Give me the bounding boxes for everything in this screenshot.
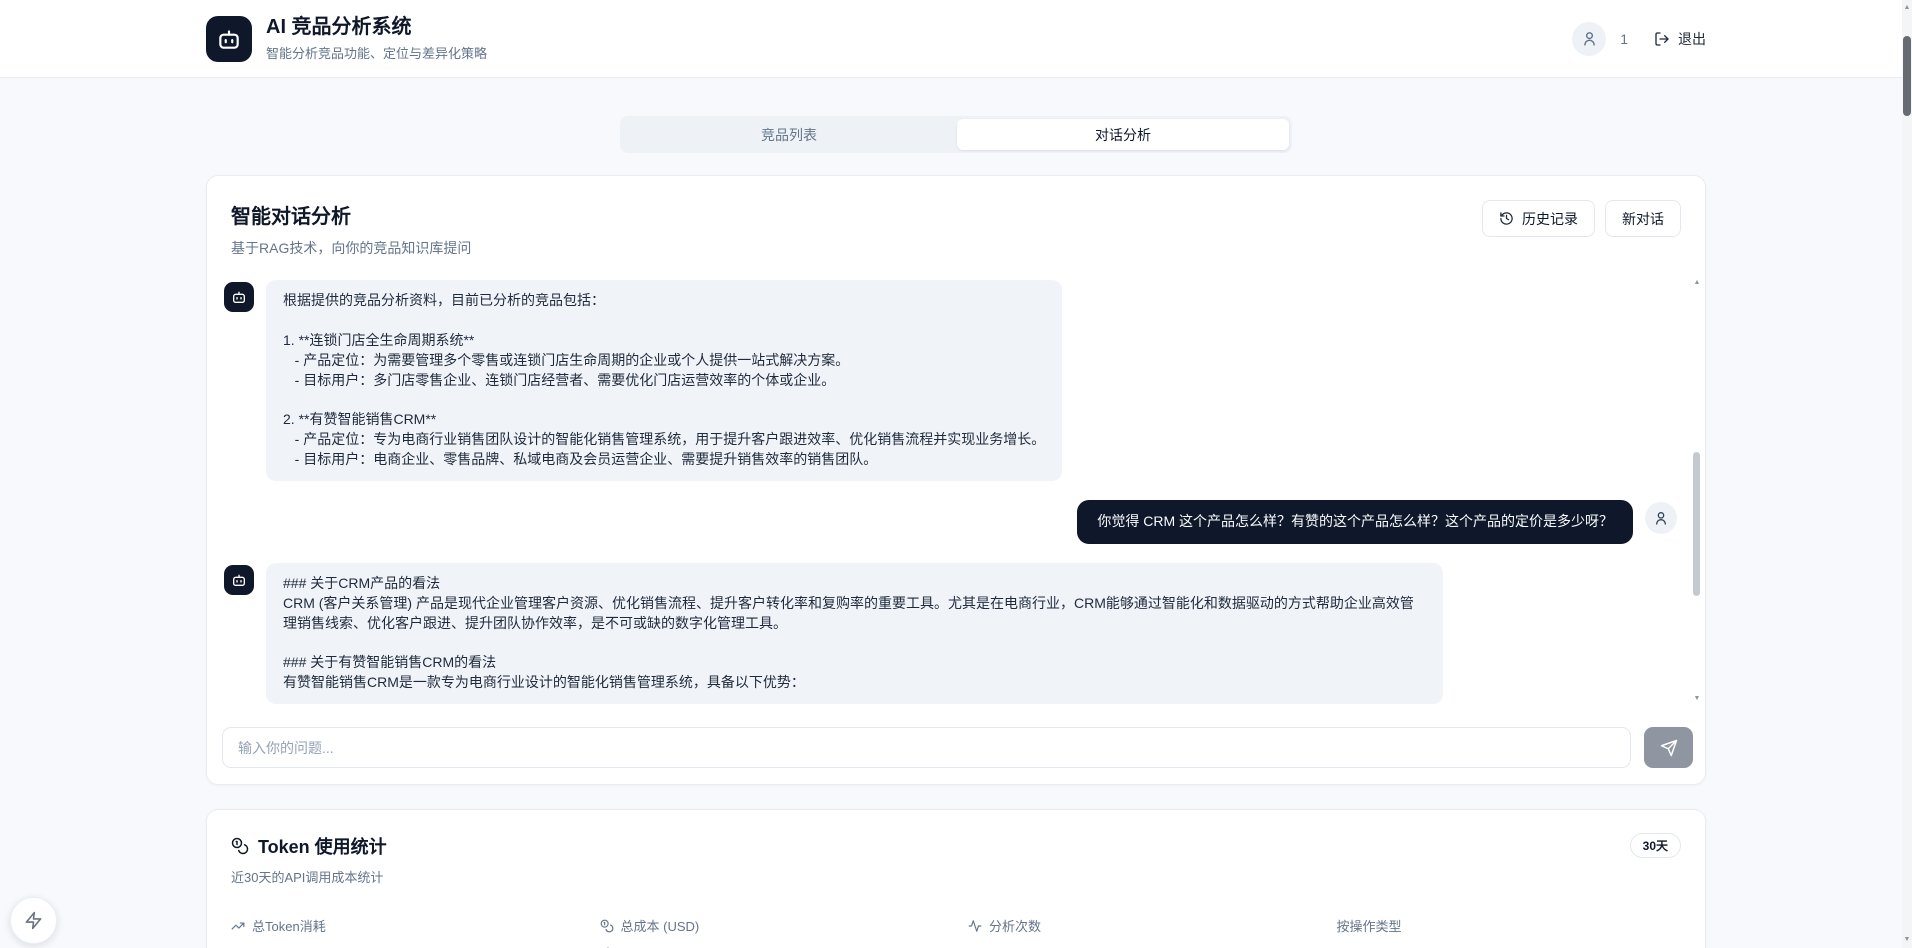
metric-total-cost: 总成本 (USD) $0.1111 xyxy=(600,916,945,948)
metric-analysis-count: 分析次数 8 xyxy=(968,916,1313,948)
send-button[interactable] xyxy=(1644,727,1693,768)
coins-icon xyxy=(600,919,614,933)
metric-label: 总成本 (USD) xyxy=(621,916,700,935)
scroll-up-icon[interactable]: ▲ xyxy=(1902,3,1912,13)
new-chat-button[interactable]: 新对话 xyxy=(1605,200,1681,237)
assistant-message: ### 关于CRM产品的看法 CRM (客户关系管理) 产品是现代企业管理客户资… xyxy=(266,563,1443,704)
app-logo xyxy=(206,16,252,62)
user-avatar xyxy=(1572,22,1606,56)
app-subtitle: 智能分析竞品功能、定位与差异化策略 xyxy=(266,43,487,62)
user-message: 你觉得 CRM 这个产品怎么样？有赞的这个产品怎么样？这个产品的定价是多少呀？ xyxy=(1077,500,1633,544)
logout-icon xyxy=(1654,31,1670,47)
tab-competitor-list[interactable]: 竞品列表 xyxy=(623,119,955,150)
history-icon xyxy=(1499,211,1514,226)
history-button-label: 历史记录 xyxy=(1522,209,1578,229)
assistant-message-row: 根据提供的竞品分析资料，目前已分析的竞品包括： 1. **连锁门店全生命周期系统… xyxy=(224,280,1677,481)
metric-total-tokens: 总Token消耗 13,126 xyxy=(231,916,576,948)
quick-action-button[interactable] xyxy=(10,897,57,944)
user-icon xyxy=(1653,510,1669,526)
scroll-up-icon[interactable]: ▲ xyxy=(1692,278,1702,288)
app-header: AI 竞品分析系统 智能分析竞品功能、定位与差异化策略 1 退出 xyxy=(0,0,1912,78)
trending-up-icon xyxy=(231,919,245,933)
chat-scrollbar-thumb[interactable] xyxy=(1693,452,1700,596)
user-message-row: 你觉得 CRM 这个产品怎么样？有赞的这个产品怎么样？这个产品的定价是多少呀？ xyxy=(224,500,1677,544)
user-icon xyxy=(1581,30,1598,47)
zap-icon xyxy=(24,911,43,930)
metric-label: 分析次数 xyxy=(989,916,1041,935)
by-operation-label: 按操作类型 xyxy=(1337,916,1402,935)
tab-dialog-analysis[interactable]: 对话分析 xyxy=(957,119,1289,150)
user-avatar xyxy=(1645,502,1677,534)
robot-icon xyxy=(216,26,242,52)
metric-by-operation: 按操作类型 report_generation $0.0840 xyxy=(1337,916,1682,948)
history-button[interactable]: 历史记录 xyxy=(1482,200,1595,237)
logout-button[interactable]: 退出 xyxy=(1654,29,1706,49)
window-scrollbar[interactable]: ▲ ▼ xyxy=(1902,0,1912,948)
logout-label: 退出 xyxy=(1678,29,1706,49)
activity-icon xyxy=(968,919,982,933)
app-title: AI 竞品分析系统 xyxy=(266,15,487,40)
chat-panel: 智能对话分析 基于RAG技术，向你的竞品知识库提问 历史记录 新对话 xyxy=(206,175,1706,785)
metric-label: 总Token消耗 xyxy=(252,916,326,935)
stats-subtitle: 近30天的API调用成本统计 xyxy=(231,867,387,886)
chat-subtitle: 基于RAG技术，向你的竞品知识库提问 xyxy=(231,238,471,258)
assistant-message-row: ### 关于CRM产品的看法 CRM (客户关系管理) 产品是现代企业管理客户资… xyxy=(224,563,1677,704)
scroll-down-icon[interactable]: ▼ xyxy=(1692,694,1702,704)
metric-value: $0.1111 xyxy=(600,944,945,948)
stats-title: Token 使用统计 xyxy=(258,833,387,859)
token-stats-panel: Token 使用统计 近30天的API调用成本统计 30天 总Token消耗 1… xyxy=(206,809,1706,948)
assistant-message: 根据提供的竞品分析资料，目前已分析的竞品包括： 1. **连锁门店全生命周期系统… xyxy=(266,280,1062,481)
chat-scrollbar[interactable]: ▲ ▼ xyxy=(1692,276,1702,712)
coins-icon xyxy=(231,837,249,855)
chat-title: 智能对话分析 xyxy=(231,200,471,229)
bot-avatar xyxy=(224,565,254,595)
robot-icon xyxy=(231,289,247,305)
robot-icon xyxy=(231,572,247,588)
online-count: 1 xyxy=(1620,31,1628,47)
tab-bar: 竞品列表 对话分析 xyxy=(620,116,1292,153)
window-scrollbar-thumb[interactable] xyxy=(1903,36,1911,116)
metric-value: 13,126 xyxy=(231,944,576,948)
question-input[interactable] xyxy=(222,727,1631,768)
bot-avatar xyxy=(224,282,254,312)
scroll-down-icon[interactable]: ▼ xyxy=(1902,935,1912,945)
new-chat-button-label: 新对话 xyxy=(1622,209,1664,229)
chat-message-list: 根据提供的竞品分析资料，目前已分析的竞品包括： 1. **连锁门店全生命周期系统… xyxy=(207,276,1705,712)
metric-value: 8 xyxy=(968,944,1313,948)
period-badge: 30天 xyxy=(1630,833,1681,858)
send-icon xyxy=(1660,739,1678,757)
